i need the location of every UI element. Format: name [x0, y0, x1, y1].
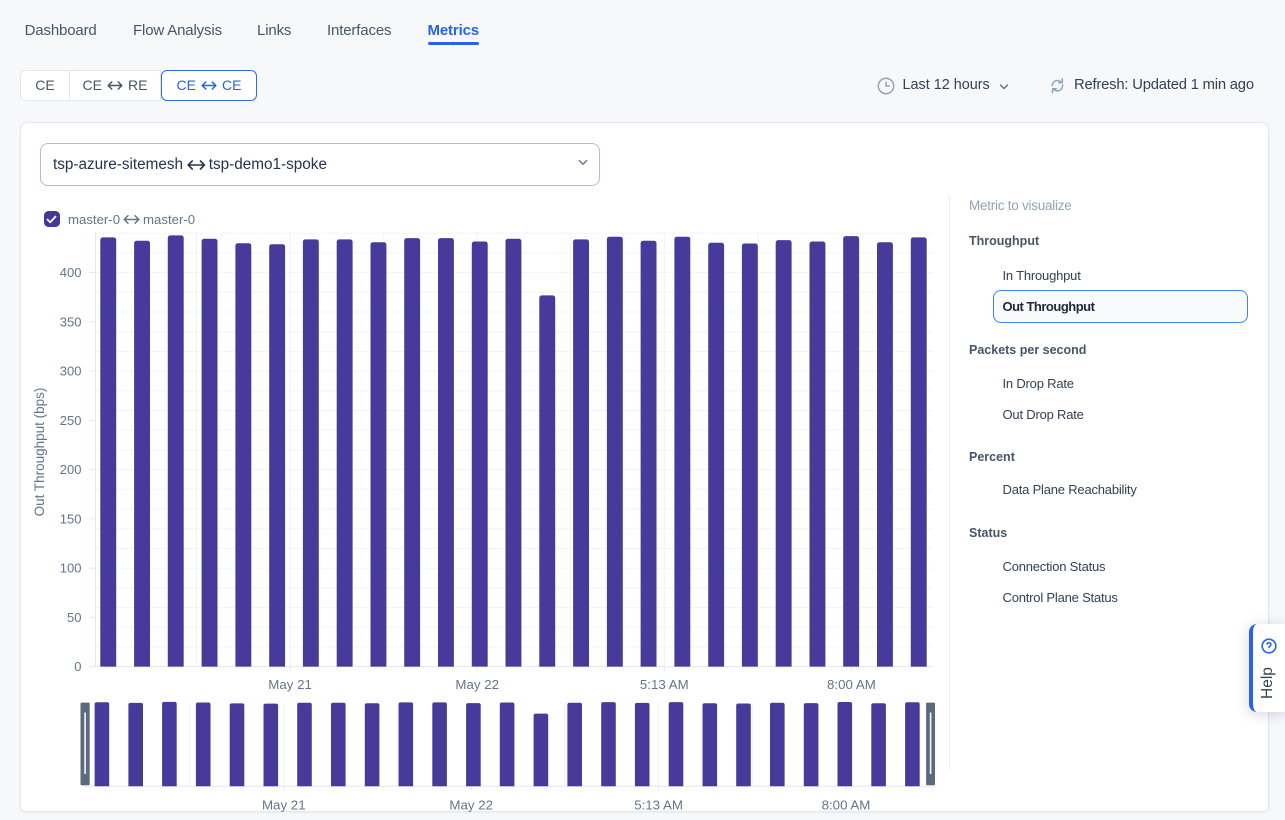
- svg-text:8:00 AM: 8:00 AM: [827, 677, 876, 692]
- svg-text:Out Throughput (bps): Out Throughput (bps): [32, 388, 47, 517]
- svg-text:300: 300: [60, 364, 82, 379]
- svg-text:50: 50: [67, 610, 81, 625]
- svg-text:0: 0: [74, 659, 81, 674]
- svg-text:May 22: May 22: [455, 677, 499, 692]
- svg-text:150: 150: [60, 511, 82, 526]
- svg-text:250: 250: [60, 413, 82, 428]
- svg-text:5:13 AM: 5:13 AM: [634, 798, 683, 813]
- svg-text:8:00 AM: 8:00 AM: [822, 798, 871, 813]
- svg-text:May 21: May 21: [268, 677, 312, 692]
- svg-text:200: 200: [60, 462, 82, 477]
- svg-text:100: 100: [60, 561, 82, 576]
- svg-text:5:13 AM: 5:13 AM: [640, 677, 689, 692]
- svg-text:May 21: May 21: [262, 798, 306, 813]
- svg-text:May 22: May 22: [449, 798, 493, 813]
- svg-text:350: 350: [60, 314, 82, 329]
- svg-text:400: 400: [60, 265, 82, 280]
